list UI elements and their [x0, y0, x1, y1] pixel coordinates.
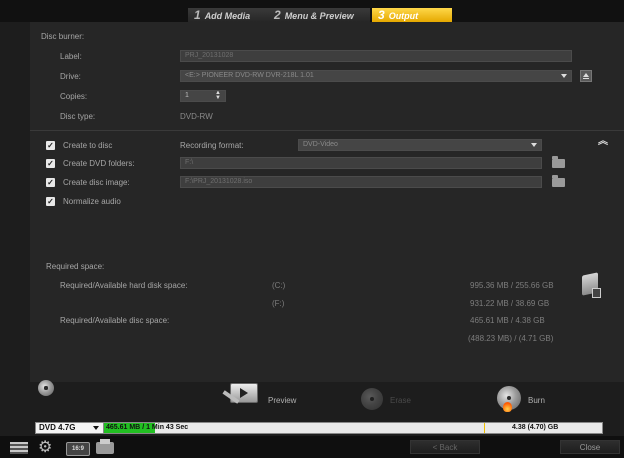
- normalize-audio-label: Normalize audio: [63, 197, 121, 206]
- hdd-space-label: Required/Available hard disk space:: [60, 281, 188, 290]
- drive-f-space-value: 931.22 MB / 38.69 GB: [470, 299, 550, 308]
- eject-icon-bar: [583, 78, 589, 79]
- erase-icon[interactable]: [361, 388, 383, 410]
- recording-format-select[interactable]: DVD-Video: [298, 139, 542, 151]
- disc-info-icon[interactable]: [38, 380, 54, 396]
- burn-label: Burn: [528, 396, 545, 405]
- create-to-disc-label: Create to disc: [63, 141, 113, 150]
- disc-image-path-input[interactable]: F:\PRJ_20131028.iso: [180, 176, 542, 188]
- copies-stepper[interactable]: 1 ▲ ▼: [180, 90, 226, 102]
- eject-button[interactable]: [580, 70, 592, 82]
- chevron-down-icon: [93, 426, 99, 430]
- disc-type-label: Disc type:: [60, 112, 96, 121]
- create-disc-image-label: Create disc image:: [63, 178, 130, 187]
- disc-type-value: DVD-RW: [180, 112, 213, 121]
- drive-field-label: Drive:: [60, 72, 81, 81]
- folder-icon[interactable]: [552, 175, 565, 187]
- label-field-label: Label:: [60, 52, 82, 61]
- close-button[interactable]: Close: [560, 440, 620, 454]
- drive-f-label: (F:): [272, 299, 285, 308]
- erase-label: Erase: [390, 396, 411, 405]
- capacity-marker: [484, 423, 485, 433]
- tab-add-media[interactable]: 1 Add Media: [188, 8, 268, 22]
- drive-c-space-value: 995.36 MB / 255.66 GB: [470, 281, 554, 290]
- play-icon: [240, 388, 248, 398]
- normalize-audio-checkbox[interactable]: ✓: [46, 197, 55, 206]
- disc-size-select[interactable]: DVD 4.7G: [36, 423, 104, 433]
- output-panel: Disc burner: Label: PRJ_20131028 Drive: …: [30, 22, 624, 382]
- recording-format-value: DVD-Video: [303, 141, 338, 148]
- drive-c-label: (C:): [272, 281, 286, 290]
- disc-space-label: Required/Available disc space:: [60, 316, 170, 325]
- tab-number: 3: [378, 8, 385, 22]
- eject-icon: [583, 73, 589, 77]
- copies-value: 1: [185, 92, 189, 99]
- tab-label: Output: [388, 11, 419, 21]
- disc-space-value-alt: (488.23 MB) / (4.71 GB): [468, 334, 554, 343]
- bottom-toolbar: ⚙ 16:9 < Back Close: [0, 436, 624, 458]
- folder-icon[interactable]: [552, 156, 565, 168]
- create-dvd-folders-label: Create DVD folders:: [63, 159, 135, 168]
- required-space-heading: Required space:: [46, 262, 105, 271]
- preview-label: Preview: [268, 396, 297, 405]
- disc-space-value: 465.61 MB / 4.38 GB: [470, 316, 545, 325]
- drive-select[interactable]: <E:> PIONEER DVD-RW DVR-218L 1.01: [180, 70, 572, 82]
- divider: [30, 130, 624, 131]
- stepper-arrows-icon[interactable]: ▲ ▼: [215, 91, 221, 101]
- usage-text: 465.61 MB / 1 Min 43 Sec: [106, 423, 188, 433]
- aspect-ratio-icon[interactable]: 16:9: [66, 442, 90, 456]
- collapse-icon[interactable]: ︽: [598, 137, 608, 147]
- chevron-down-icon: [561, 74, 567, 78]
- chevron-down-icon: [531, 143, 537, 147]
- printer-icon[interactable]: [96, 439, 114, 454]
- step-tabs: 1 Add Media 2 Menu & Preview 3 Output: [0, 0, 624, 22]
- list-view-icon[interactable]: [10, 442, 28, 454]
- tab-label: Add Media: [204, 11, 251, 21]
- disc-size-value: DVD 4.7G: [39, 423, 76, 432]
- recording-format-label: Recording format:: [180, 141, 244, 150]
- printer-paper: [100, 439, 110, 444]
- settings-gear-icon[interactable]: ⚙: [38, 440, 56, 456]
- usage-duration: / 1 Min 43 Sec: [142, 424, 189, 431]
- usage-value: 465.61 MB: [106, 424, 141, 431]
- flame-icon: [503, 402, 512, 412]
- create-to-disc-checkbox[interactable]: ✓: [46, 141, 55, 150]
- tab-number: 2: [274, 8, 281, 22]
- tab-number: 1: [194, 8, 201, 22]
- tab-label: Menu & Preview: [284, 11, 354, 21]
- tab-output[interactable]: 3 Output: [372, 8, 452, 22]
- disc-usage-bar: DVD 4.7G 465.61 MB / 1 Min 43 Sec 4.38 (…: [35, 422, 603, 434]
- drive-value: <E:> PIONEER DVD-RW DVR-218L 1.01: [185, 72, 314, 79]
- dvd-folders-path-input[interactable]: F:\: [180, 157, 542, 169]
- create-disc-image-checkbox[interactable]: ✓: [46, 178, 55, 187]
- copies-field-label: Copies:: [60, 92, 88, 101]
- back-button[interactable]: < Back: [410, 440, 480, 454]
- hard-disk-lock-icon: [592, 288, 601, 298]
- create-dvd-folders-checkbox[interactable]: ✓: [46, 159, 55, 168]
- capacity-label: 4.38 (4.70) GB: [512, 424, 559, 431]
- preview-button[interactable]: [220, 383, 262, 407]
- tab-menu-preview[interactable]: 2 Menu & Preview: [268, 8, 370, 22]
- label-input[interactable]: PRJ_20131028: [180, 50, 572, 62]
- app-window: 1 Add Media 2 Menu & Preview 3 Output Disc …: [0, 0, 624, 458]
- disc-burner-heading: Disc burner:: [41, 32, 85, 41]
